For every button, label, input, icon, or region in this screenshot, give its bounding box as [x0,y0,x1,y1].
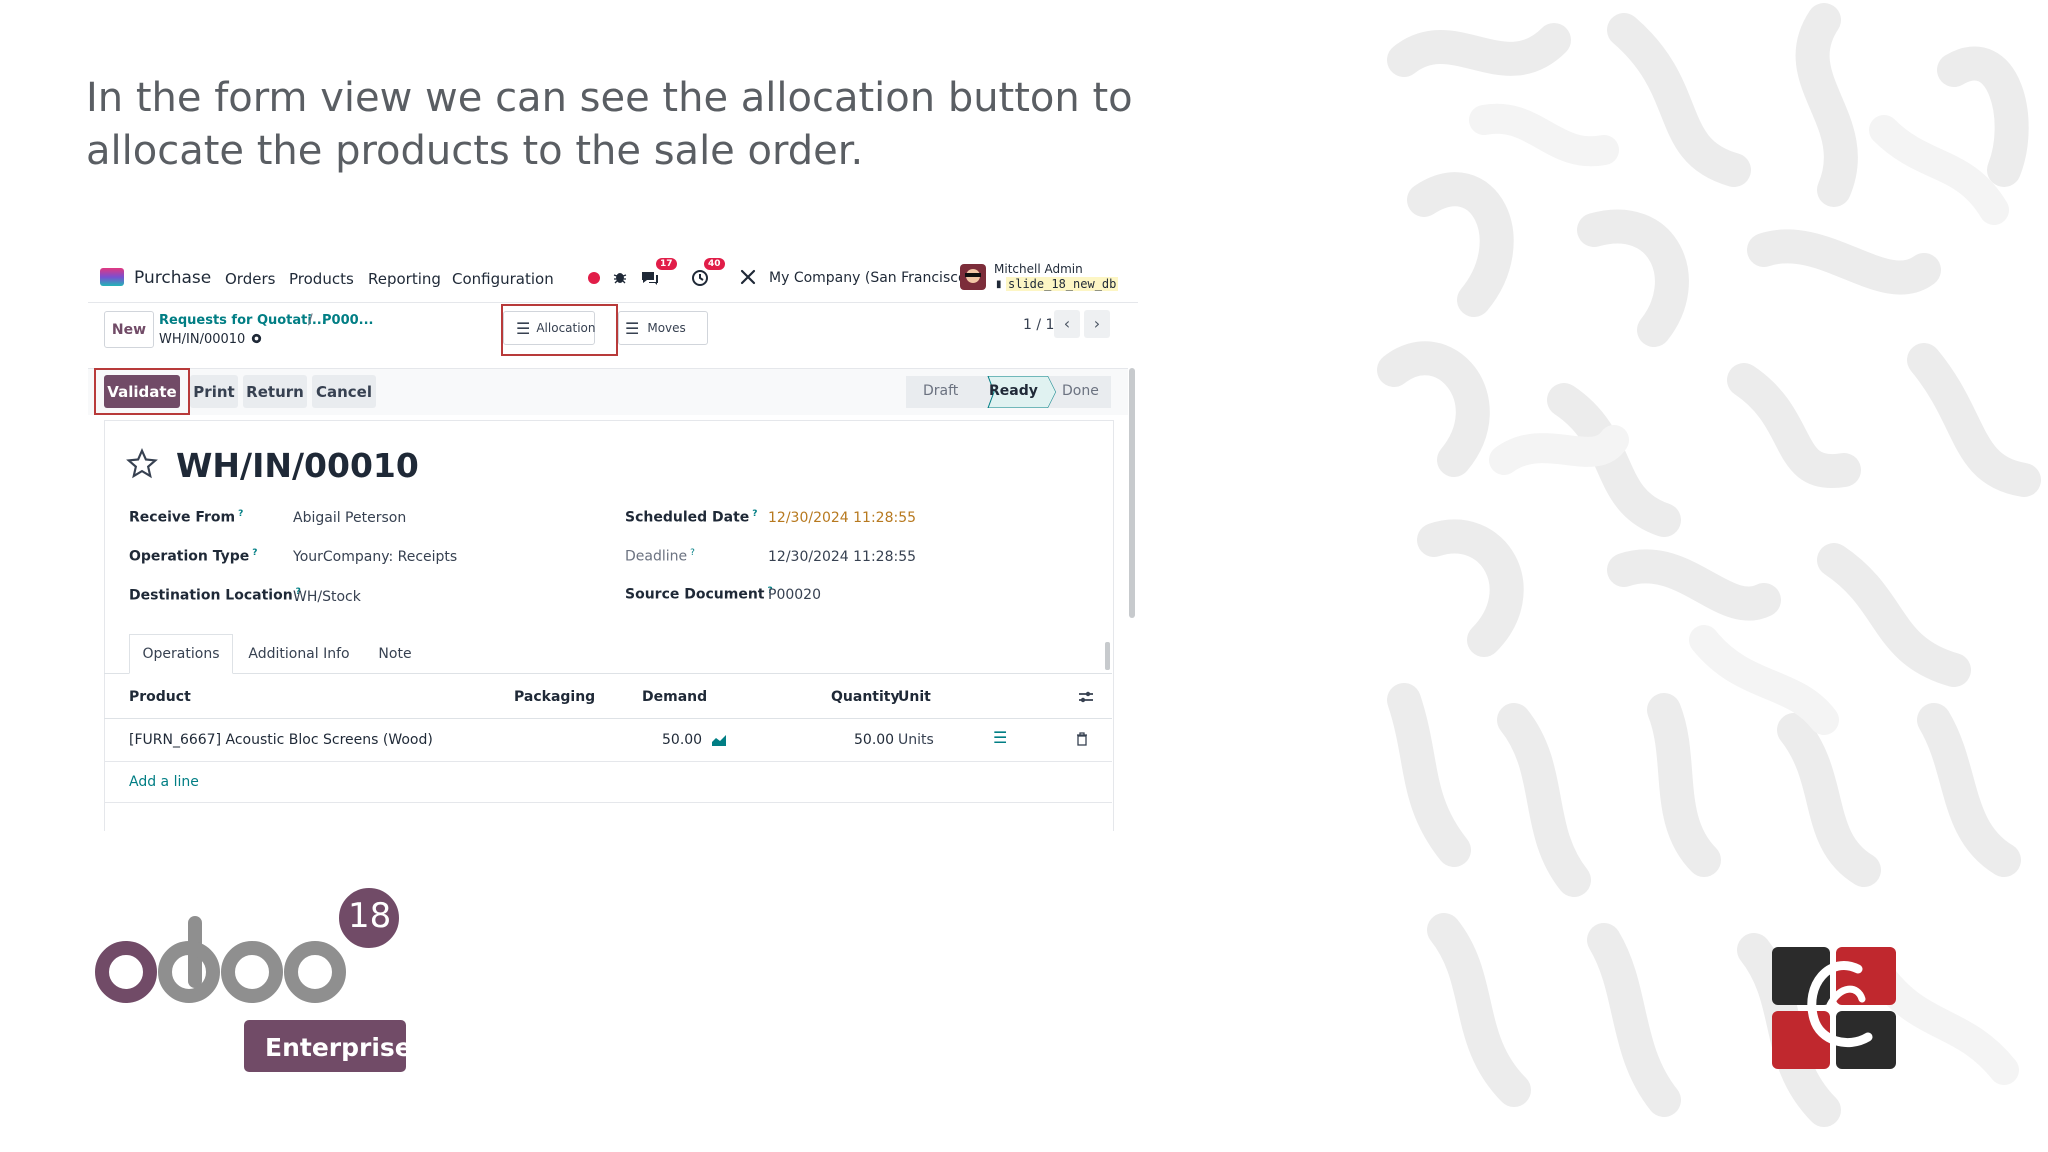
breadcrumb-current[interactable]: P000... [322,313,373,328]
top-navbar: Purchase Orders Products Reporting Confi… [88,252,1138,303]
messages-icon[interactable] [640,269,660,287]
validate-highlight [94,368,190,415]
record-name: WH/IN/00010 [159,332,246,347]
tab-operations[interactable]: Operations [129,634,233,674]
breadcrumb-parent[interactable]: Requests for Quotati... [159,313,327,328]
row-quantity[interactable]: 50.00 [854,732,894,748]
menu-reporting[interactable]: Reporting [368,270,441,288]
avatar[interactable] [960,264,986,290]
app-icon[interactable] [100,268,124,286]
record-icon[interactable] [588,272,600,284]
list-icon: ☰ [625,318,640,338]
moves-label: Moves [647,321,686,335]
add-line-link[interactable]: Add a line [129,774,199,790]
database-name: slide_18_new_db [1006,277,1119,291]
activities-clock-icon[interactable] [691,269,709,287]
moves-button[interactable]: ☰ Moves [618,311,708,345]
messages-badge: 17 [656,258,677,270]
operation-type-field[interactable]: YourCompany: Receipts [293,549,457,565]
chevron-left-icon[interactable]: ‹ [1054,310,1080,338]
tools-icon[interactable] [740,269,756,285]
odoo-version: 18 [348,896,392,936]
scheduled-date-field[interactable]: 12/30/2024 11:28:55 [768,510,916,526]
row-product[interactable]: [FURN_6667] Acoustic Bloc Screens (Wood) [129,732,433,748]
row-demand: 50.00 [662,732,703,748]
scrollbar[interactable] [1129,368,1135,618]
tab-note[interactable]: Note [365,634,425,674]
decorative-pattern [1377,3,2041,1127]
star-icon[interactable] [126,448,158,480]
operation-type-label: Operation Type? [129,548,258,565]
source-document-label: Source Document? [625,586,773,603]
scheduled-date-label: Scheduled Date? [625,509,758,526]
row-unit: Units [898,732,934,748]
status-done[interactable]: Done [1062,383,1099,399]
cancel-button[interactable]: Cancel [312,375,376,408]
breadcrumb-separator: / [308,312,313,328]
receive-from-label: Receive From? [129,509,244,526]
app-name[interactable]: Purchase [134,268,211,288]
header-divider [104,718,1112,719]
col-product[interactable]: Product [129,689,191,705]
status-ready[interactable]: Ready [989,383,1038,399]
table-footer-divider [104,802,1112,803]
col-packaging[interactable]: Packaging [514,689,595,705]
status-draft[interactable]: Draft [923,383,958,399]
tab-additional-info[interactable]: Additional Info [235,634,363,674]
new-button[interactable]: New [104,311,154,348]
col-unit[interactable]: Unit [898,689,931,705]
allocation-highlight [501,304,618,356]
pager-value[interactable]: 1 / 1 [1023,317,1054,333]
user-name[interactable]: Mitchell Admin [994,262,1083,276]
return-label: Return [246,382,304,401]
cancel-label: Cancel [315,382,372,401]
chevron-right-icon[interactable]: › [1084,310,1110,338]
inner-scrollbar[interactable] [1105,642,1110,670]
print-button[interactable]: Print [190,375,238,408]
gear-icon[interactable] [250,332,263,345]
odoo-screenshot: Purchase Orders Products Reporting Confi… [88,252,1138,831]
destination-label: Destination Location? [129,587,301,604]
bug-icon[interactable] [612,269,628,285]
row-divider [104,761,1112,762]
activities-badge: 40 [704,258,725,270]
receive-from-field[interactable]: Abigail Peterson [293,510,406,526]
forecast-chart-icon[interactable] [711,733,727,747]
col-quantity[interactable]: Quantity [831,689,900,705]
company-logo [1772,947,1896,1069]
col-demand[interactable]: Demand [642,689,707,705]
odoo-edition: Enterprise [265,1033,412,1062]
source-document-field[interactable]: P00020 [768,587,821,603]
menu-configuration[interactable]: Configuration [452,270,554,288]
trash-icon[interactable] [1076,732,1088,746]
print-label: Print [193,382,235,401]
return-button[interactable]: Return [243,375,307,408]
deadline-label: Deadline? [625,548,695,565]
menu-orders[interactable]: Orders [225,270,275,288]
database-icon: ▮ [996,279,1002,290]
slide-caption: In the form view we can see the allocati… [86,75,1133,174]
destination-field[interactable]: WH/Stock [293,589,361,605]
form-title: WH/IN/00010 [176,446,419,485]
detailed-operations-icon[interactable]: ☰ [993,728,1007,747]
column-settings-icon[interactable] [1078,690,1094,704]
new-button-label: New [111,321,147,338]
menu-products[interactable]: Products [289,270,354,288]
deadline-field[interactable]: 12/30/2024 11:28:55 [768,549,916,565]
company-switcher[interactable]: My Company (San Francisco) [769,270,972,286]
